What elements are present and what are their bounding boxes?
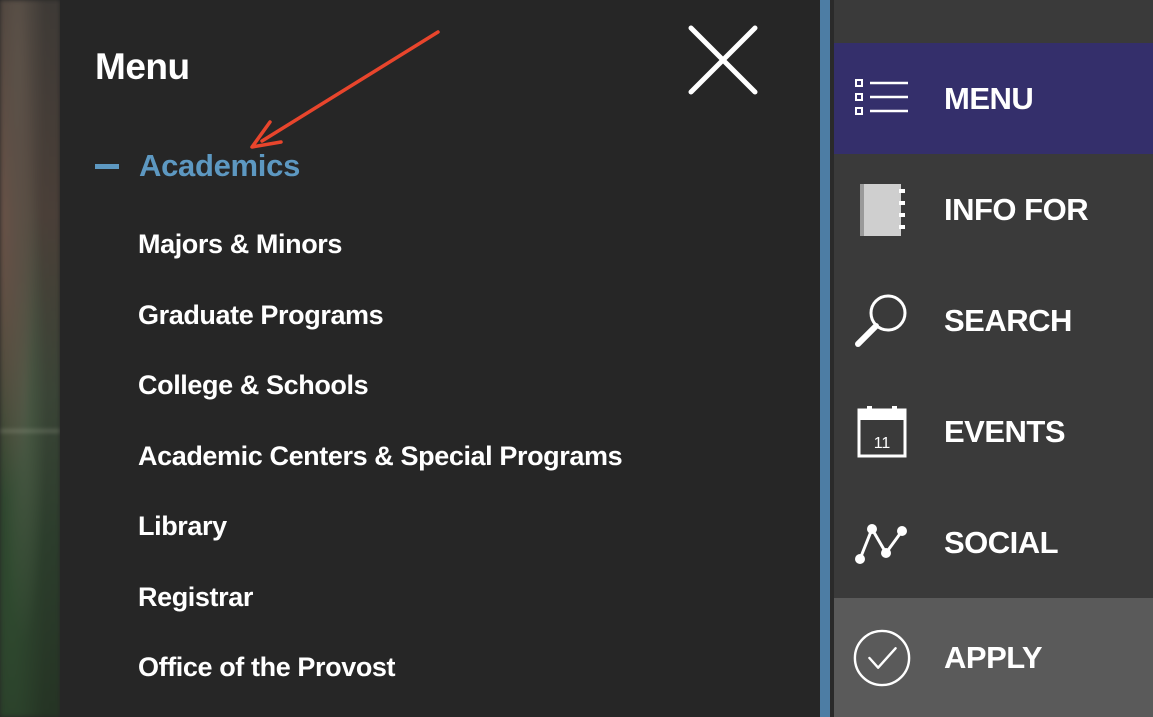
collapse-dash-icon: [95, 163, 119, 169]
nav-item-events[interactable]: 11 EVENTS: [834, 376, 1153, 487]
submenu-item-office-provost[interactable]: Office of the Provost: [138, 648, 622, 717]
check-circle-icon: [852, 628, 912, 688]
side-nav: MENU INFO FOR SEARCH 11 EVENTS SOCIAL AP…: [834, 0, 1153, 717]
nav-item-menu[interactable]: MENU: [834, 43, 1153, 154]
magnifier-icon: [852, 291, 912, 351]
section-label: Academics: [139, 148, 301, 183]
submenu-item-majors-minors[interactable]: Majors & Minors: [138, 225, 622, 296]
nav-item-search[interactable]: SEARCH: [834, 265, 1153, 376]
nav-label-apply: APPLY: [944, 640, 1043, 675]
screen: Menu Academics Majors & Minors Graduate …: [0, 0, 1153, 717]
nav-label-events: EVENTS: [944, 413, 1066, 449]
background-photo: [0, 0, 60, 717]
submenu-item-library[interactable]: Library: [138, 507, 622, 578]
nav-item-apply[interactable]: APPLY: [834, 598, 1153, 717]
submenu-item-academic-centers[interactable]: Academic Centers & Special Programs: [138, 437, 623, 508]
academics-submenu: Majors & Minors Graduate Programs Colleg…: [138, 225, 623, 717]
nav-label-search: SEARCH: [944, 302, 1072, 338]
submenu-item-registrar[interactable]: Registrar: [138, 578, 622, 649]
side-nav-top: [834, 0, 1153, 43]
submenu-item-graduate-programs[interactable]: Graduate Programs: [138, 296, 622, 367]
section-toggle-academics[interactable]: Academics: [95, 146, 300, 186]
panel-divider: [820, 0, 834, 717]
close-x-icon: [688, 25, 758, 95]
notebook-icon: [852, 180, 912, 240]
list-icon: [852, 69, 912, 129]
nav-label-social: SOCIAL: [944, 524, 1059, 560]
submenu-item-college-schools[interactable]: College & Schools: [138, 366, 622, 437]
network-icon: [852, 513, 912, 573]
menu-title: Menu: [95, 46, 190, 87]
menu-panel: Menu Academics Majors & Minors Graduate …: [60, 0, 820, 717]
calendar-icon: 11: [852, 402, 912, 462]
nav-label-info-for: INFO FOR: [944, 191, 1089, 227]
calendar-day: 11: [874, 435, 891, 452]
nav-item-info-for[interactable]: INFO FOR: [834, 154, 1153, 265]
nav-item-social[interactable]: SOCIAL: [834, 487, 1153, 598]
close-button[interactable]: [685, 22, 761, 98]
nav-label-menu: MENU: [944, 80, 1034, 116]
